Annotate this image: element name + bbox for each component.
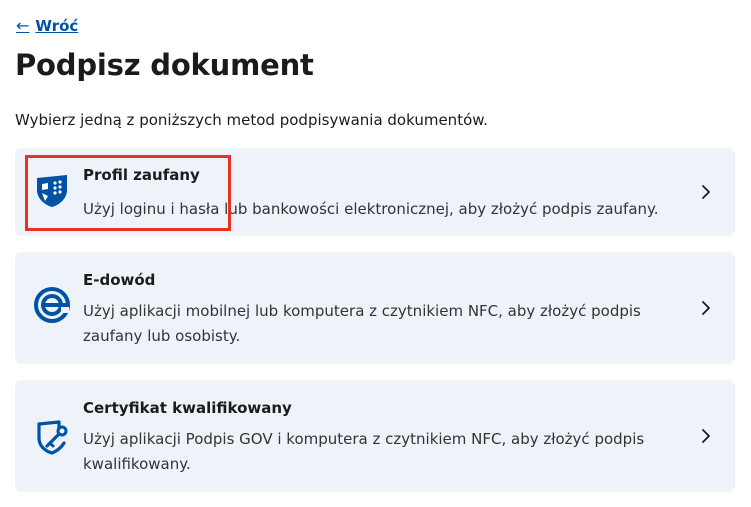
back-label: Wróć <box>35 16 79 35</box>
page-title: Podpisz dokument <box>15 48 314 82</box>
qualified-certificate-icon <box>37 420 68 455</box>
page: ← Wróć Podpisz dokument Wybierz jedną z … <box>0 0 751 507</box>
option-e-id[interactable]: E-dowód Użyj aplikacji mobilnej lub komp… <box>15 252 735 364</box>
option-title: Certyfikat kwalifikowany <box>83 399 292 417</box>
option-description: Użyj aplikacji Podpis GOV i komputera z … <box>83 430 645 473</box>
arrow-left-icon: ← <box>16 16 30 35</box>
chevron-right-icon <box>702 301 710 315</box>
chevron-right-icon <box>702 185 710 199</box>
e-id-icon <box>34 287 70 323</box>
option-title: E-dowód <box>83 271 156 289</box>
option-title: Profil zaufany <box>83 166 200 184</box>
option-description: Użyj loginu i hasła lub bankowości elekt… <box>83 200 659 218</box>
back-link[interactable]: ← Wróć <box>16 16 78 35</box>
intro-text: Wybierz jedną z poniższych metod podpisy… <box>15 111 488 129</box>
chevron-right-icon <box>702 429 710 443</box>
option-qualified-certificate[interactable]: Certyfikat kwalifikowany Użyj aplikacji … <box>15 380 735 492</box>
trusted-profile-icon <box>37 175 67 207</box>
option-trusted-profile[interactable]: Profil zaufany Użyj loginu i hasła lub b… <box>15 148 735 236</box>
option-description: Użyj aplikacji mobilnej lub komputera z … <box>83 302 641 345</box>
